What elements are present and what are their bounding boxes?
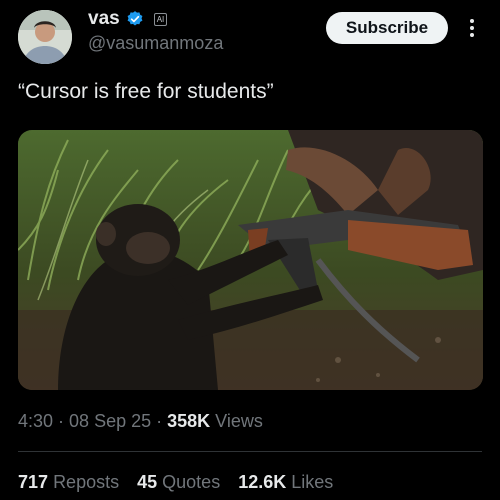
likes-count: 12.6K (238, 472, 287, 492)
views-label: Views (210, 411, 263, 431)
reposts-stat[interactable]: 717 Reposts (18, 472, 119, 493)
reposts-count: 717 (18, 472, 49, 492)
engagement-stats: 717 Reposts 45 Quotes 12.6K Likes (18, 472, 333, 493)
avatar[interactable] (18, 10, 72, 64)
subscribe-button[interactable]: Subscribe (326, 12, 448, 44)
more-options-icon[interactable] (462, 14, 482, 42)
verified-badge-icon (126, 10, 144, 28)
likes-label: Likes (291, 472, 334, 492)
avatar-image (18, 10, 72, 64)
likes-stat[interactable]: 12.6K Likes (238, 472, 333, 493)
separator-dot: · (151, 411, 168, 431)
ai-label-badge: AI (153, 12, 168, 26)
tweet-metadata: 4:30 · 08 Sep 25 · 358K Views (18, 411, 263, 432)
author-row: vas AI (88, 8, 168, 30)
separator-dot: · (53, 411, 70, 431)
quotes-label: Quotes (162, 472, 221, 492)
quotes-count: 45 (137, 472, 158, 492)
divider (18, 451, 482, 452)
author-handle[interactable]: @vasumanmoza (88, 33, 223, 54)
tweet-text: “Cursor is free for students” (18, 80, 274, 103)
views-count: 358K (167, 411, 211, 431)
reposts-label: Reposts (53, 472, 120, 492)
tweet-date[interactable]: 08 Sep 25 (69, 411, 151, 431)
quotes-stat[interactable]: 45 Quotes (137, 472, 220, 493)
chimpanzee-rifle-photo (18, 130, 483, 390)
author-name[interactable]: vas (88, 8, 120, 30)
tweet-time[interactable]: 4:30 (18, 411, 53, 431)
tweet-media-image[interactable] (18, 130, 483, 390)
